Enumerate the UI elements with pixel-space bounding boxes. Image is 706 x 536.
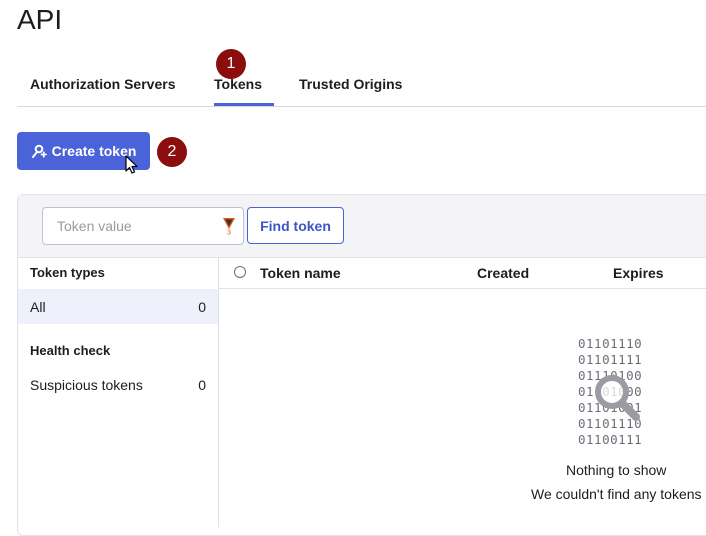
create-token-label: Create token: [51, 143, 137, 159]
token-search-field: 3: [42, 207, 244, 245]
empty-state-title: Nothing to show: [566, 462, 667, 478]
sidebar-item-suspicious-tokens[interactable]: Suspicious tokens 0: [18, 367, 218, 402]
token-types-heading: Token types: [30, 265, 105, 280]
extension-badge-icon: 3: [222, 217, 236, 240]
step-2-badge: 2: [157, 137, 187, 167]
column-header-created[interactable]: Created: [477, 265, 529, 281]
find-token-button[interactable]: Find token: [247, 207, 344, 244]
svg-text:3: 3: [227, 230, 231, 236]
tab-trusted-origins[interactable]: Trusted Origins: [299, 76, 402, 92]
select-all-radio[interactable]: [234, 266, 246, 278]
column-header-token-name[interactable]: Token name: [260, 265, 341, 281]
sidebar-divider: [218, 258, 219, 527]
tab-authorization-servers[interactable]: Authorization Servers: [30, 76, 175, 92]
sidebar-item-count: 0: [198, 376, 206, 393]
token-value-input[interactable]: [55, 208, 219, 244]
tab-tokens[interactable]: Tokens: [214, 76, 262, 92]
key-plus-icon: [31, 143, 47, 159]
magnifier-icon: [590, 370, 646, 427]
binary-line: 01101111: [578, 352, 643, 367]
sidebar-item-label: All: [30, 298, 46, 315]
tabs-divider: [17, 106, 706, 107]
sidebar-item-count: 0: [198, 298, 206, 315]
sidebar-item-label: Suspicious tokens: [30, 376, 143, 393]
page-title: API: [17, 4, 63, 35]
mouse-cursor-icon: [125, 155, 139, 180]
step-1-badge: 1: [216, 49, 246, 79]
binary-line: 01101110: [578, 336, 643, 351]
empty-state-subtitle: We couldn't find any tokens: [531, 486, 702, 502]
health-check-heading: Health check: [30, 343, 111, 358]
binary-line: 01100111: [578, 432, 643, 447]
column-header-expires[interactable]: Expires: [613, 265, 664, 281]
table-header-divider: [219, 288, 706, 289]
sidebar-item-all[interactable]: All 0: [18, 289, 218, 324]
